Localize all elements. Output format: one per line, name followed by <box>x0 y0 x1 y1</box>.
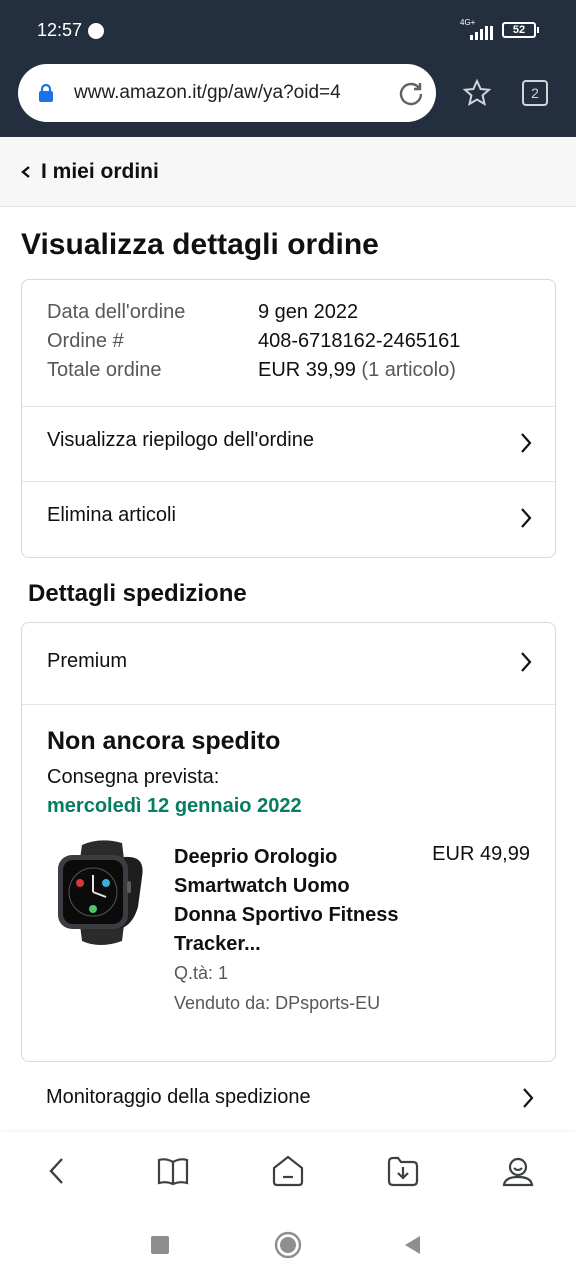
bookmarks-icon[interactable] <box>156 1154 190 1188</box>
delivery-date: mercoledì 12 gennaio 2022 <box>47 795 302 817</box>
status-indicators: 4G+ 52 <box>460 18 539 40</box>
order-date-value: 9 gen 2022 <box>258 301 359 323</box>
signal-icon: 4G+ <box>460 18 494 40</box>
product-title-link[interactable]: Deeprio Orologio Smartwatch Uomo Donna S… <box>174 843 404 959</box>
delete-items-link[interactable]: Elimina articoli <box>22 482 555 557</box>
order-summary-card: Data dell'ordine 9 gen 2022 Ordine # 408… <box>21 279 556 558</box>
bookmark-star-icon[interactable] <box>462 78 492 108</box>
shipping-method-label[interactable]: Premium <box>47 650 127 673</box>
product-price: EUR 49,99 <box>432 843 530 865</box>
smartwatch-product-image[interactable] <box>52 837 148 947</box>
view-order-summary-label[interactable]: Visualizza riepilogo dell'ordine <box>47 429 314 452</box>
notification-dot-icon <box>88 23 104 39</box>
status-bar: 12:57 4G+ 52 <box>0 0 576 60</box>
shipment-status: Non ancora spedito <box>47 727 281 755</box>
chevron-right-icon <box>521 433 532 453</box>
browser-bottom-nav <box>0 1132 576 1210</box>
shipping-section-title: Dettagli spedizione <box>28 580 247 607</box>
product-seller: Venduto da: DPsports-EU <box>174 993 381 1013</box>
chevron-right-icon <box>521 508 532 528</box>
home-icon[interactable] <box>271 1154 305 1188</box>
tabs-count-icon[interactable]: 2 <box>522 80 548 106</box>
back-triangle-icon[interactable] <box>402 1234 422 1256</box>
track-shipment-link[interactable]: Monitoraggio della spedizione <box>0 1062 576 1132</box>
recents-icon[interactable] <box>150 1235 170 1255</box>
delivery-label: Consegna prevista: <box>47 766 220 788</box>
page-title: Visualizza dettagli ordine <box>21 228 379 261</box>
order-total-value: EUR 39,99 <box>258 359 356 381</box>
chevron-right-icon <box>521 652 532 672</box>
account-icon[interactable] <box>501 1154 535 1188</box>
browser-toolbar: www.amazon.it/gp/aw/ya?oid=4 2 <box>0 60 576 137</box>
home-circle-icon[interactable] <box>274 1231 302 1259</box>
view-order-summary-link[interactable]: Visualizza riepilogo dell'ordine <box>22 407 555 482</box>
order-total-label: Totale ordine <box>47 359 162 381</box>
order-date-label: Data dell'ordine <box>47 301 186 323</box>
downloads-icon[interactable] <box>386 1154 420 1188</box>
system-navigation-bar <box>0 1210 576 1280</box>
order-number-label: Ordine # <box>47 330 124 352</box>
order-info: Data dell'ordine 9 gen 2022 Ordine # 408… <box>22 280 555 407</box>
product-quantity: Q.tà: 1 <box>174 963 229 983</box>
lock-icon <box>39 84 53 102</box>
chevron-right-icon <box>523 1088 534 1108</box>
order-total-value-wrap: EUR 39,99 (1 articolo) <box>258 359 456 382</box>
url-text[interactable]: www.amazon.it/gp/aw/ya?oid=4 <box>74 82 386 104</box>
track-shipment-label[interactable]: Monitoraggio della spedizione <box>46 1086 311 1109</box>
back-icon[interactable] <box>40 1154 74 1188</box>
back-to-orders[interactable]: I miei ordini <box>0 137 576 207</box>
shipping-method-link[interactable]: Premium <box>22 623 555 705</box>
chevron-left-icon <box>21 166 30 178</box>
reload-icon[interactable] <box>398 80 424 106</box>
shipping-card: Premium Non ancora spedito Consegna prev… <box>21 622 556 1062</box>
battery-icon: 52 <box>502 22 539 38</box>
status-time: 12:57 <box>37 20 83 40</box>
back-label[interactable]: I miei ordini <box>41 160 159 184</box>
order-item-count: (1 articolo) <box>361 359 456 381</box>
order-number-value: 408-6718162-2465161 <box>258 330 461 352</box>
address-bar[interactable]: www.amazon.it/gp/aw/ya?oid=4 <box>18 64 436 122</box>
delete-items-label[interactable]: Elimina articoli <box>47 504 176 527</box>
